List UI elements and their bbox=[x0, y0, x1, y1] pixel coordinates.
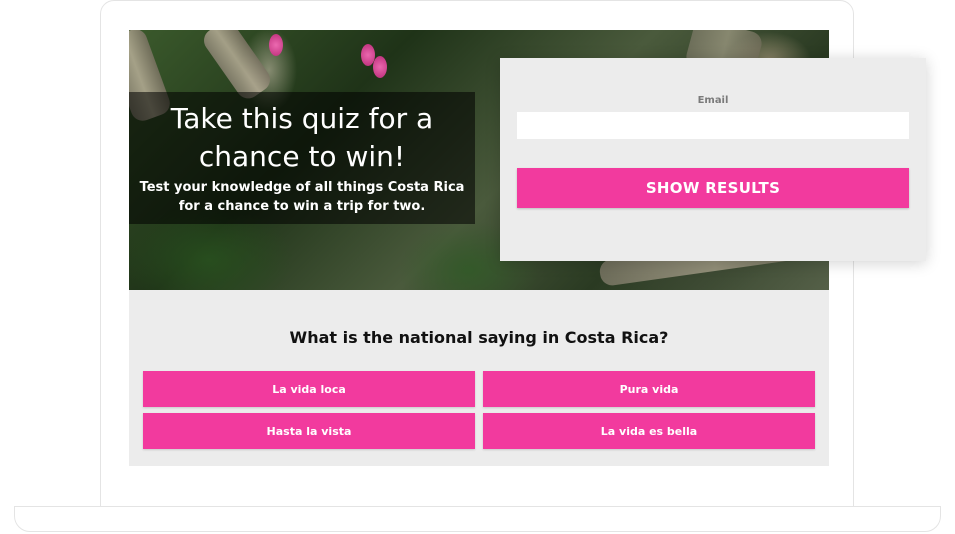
answer-button-la-vida-loca[interactable]: La vida loca bbox=[143, 371, 475, 407]
email-panel: Email SHOW RESULTS bbox=[500, 58, 926, 261]
flower-decoration bbox=[269, 34, 283, 56]
answer-button-la-vida-es-bella[interactable]: La vida es bella bbox=[483, 413, 815, 449]
answer-button-hasta-la-vista[interactable]: Hasta la vista bbox=[143, 413, 475, 449]
question-section: What is the national saying in Costa Ric… bbox=[129, 290, 829, 466]
email-label: Email bbox=[697, 95, 729, 106]
email-input[interactable] bbox=[517, 112, 909, 139]
show-results-button[interactable]: SHOW RESULTS bbox=[517, 168, 909, 208]
hero-subtitle: Test your knowledge of all things Costa … bbox=[139, 180, 465, 214]
answer-button-pura-vida[interactable]: Pura vida bbox=[483, 371, 815, 407]
question-text: What is the national saying in Costa Ric… bbox=[289, 328, 669, 347]
laptop-base bbox=[14, 506, 941, 532]
hero-title: Take this quiz for a chance to win! bbox=[170, 102, 434, 173]
flower-decoration bbox=[373, 56, 387, 78]
